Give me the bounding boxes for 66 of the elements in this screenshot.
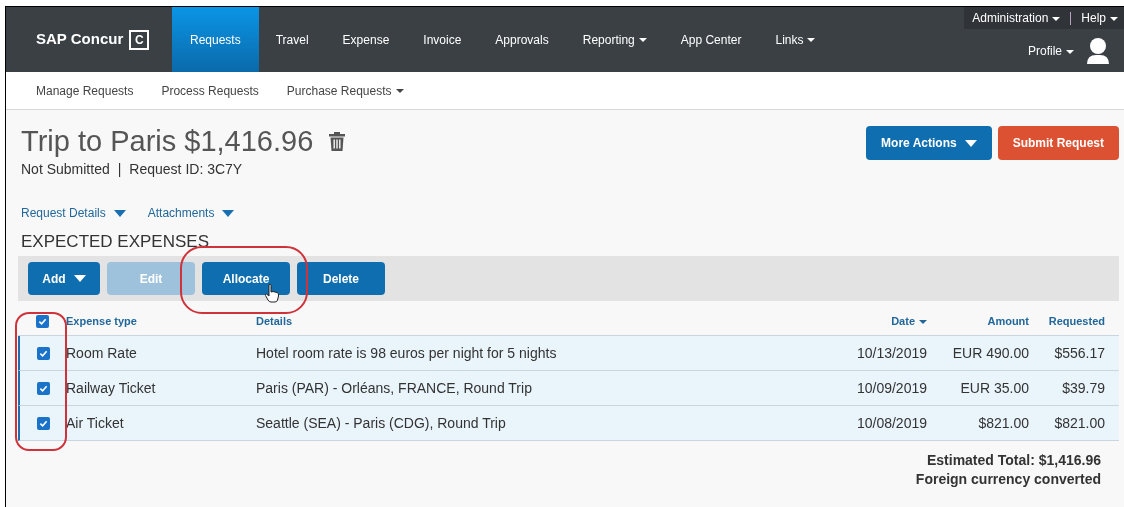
caret-icon <box>1066 49 1074 54</box>
caret-icon <box>1110 16 1118 21</box>
request-title: Trip to Paris $1,416.96 <box>21 124 314 158</box>
logo-text: SAP Concur <box>36 29 124 50</box>
toolbar-button[interactable]: Add <box>28 262 100 295</box>
utility-link[interactable]: Help <box>1081 9 1118 27</box>
caret-icon <box>222 209 235 217</box>
subnav-link[interactable]: Process Requests <box>161 81 259 100</box>
section-link[interactable]: Request Details <box>21 204 126 222</box>
request-id: Request ID: 3C7Y <box>129 160 243 179</box>
logo-mark: C <box>129 29 150 50</box>
nav-tab[interactable]: Approvals <box>478 7 566 72</box>
table-row[interactable]: Air Ticket Seattle (SEA) - Paris (CDG), Round Trip 10/08/2019 $821.00 $821.00 <box>18 406 1119 441</box>
table-cell: Air Ticket <box>66 414 124 431</box>
hand-cursor-icon <box>264 283 280 303</box>
nav-tab[interactable]: Travel <box>258 7 326 72</box>
nav-tab[interactable]: Links <box>758 7 833 72</box>
table-cell: $821.00 <box>978 414 1029 431</box>
subnav-link[interactable]: Purchase Requests <box>286 81 404 100</box>
column-header[interactable]: Expense type <box>66 313 137 330</box>
checkbox[interactable] <box>36 381 50 395</box>
table-cell: Seattle (SEA) - Paris (CDG), Round Trip <box>256 414 506 431</box>
nav-tab[interactable]: Reporting <box>565 7 664 72</box>
table-cell: EUR 35.00 <box>960 379 1029 396</box>
nav-tab[interactable]: App Center <box>663 7 759 72</box>
action-button[interactable]: Submit Request <box>997 126 1119 160</box>
section-title: EXPECTED EXPENSES <box>20 232 210 252</box>
table-cell: Hotel room rate is 98 euros per night for 5 nights <box>256 344 557 361</box>
nav-tab[interactable]: Requests <box>172 7 259 72</box>
table-cell: 10/13/2019 <box>856 344 927 361</box>
table-cell: Paris (PAR) - Orléans, FRANCE, Round Trip <box>256 379 532 396</box>
table-cell: 10/08/2019 <box>856 414 927 431</box>
currency-note: Foreign currency converted <box>915 470 1101 489</box>
table-row[interactable]: Room Rate Hotel room rate is 98 euros per night for 5 nights 10/13/2019 EUR 490.00 $556.17 <box>18 336 1119 371</box>
action-button[interactable]: More Actions <box>866 126 992 160</box>
estimated-total: Estimated Total: $1,416.96 <box>926 451 1101 470</box>
table-cell: 10/09/2019 <box>856 379 927 396</box>
column-header[interactable]: Date <box>891 313 927 330</box>
caret-icon <box>919 319 927 324</box>
nav-tab[interactable]: Invoice <box>406 7 479 72</box>
column-header[interactable]: Details <box>256 313 293 330</box>
checkbox[interactable] <box>36 416 50 430</box>
caret-icon <box>1052 16 1061 21</box>
avatar-icon[interactable] <box>1086 37 1110 65</box>
table-cell: $556.17 <box>1054 344 1105 361</box>
trash-icon[interactable] <box>329 131 346 151</box>
subnav-link[interactable]: Manage Requests <box>36 81 134 100</box>
table-cell: Room Rate <box>66 344 137 361</box>
profile-menu[interactable]: Profile <box>1028 42 1074 60</box>
table-cell: Railway Ticket <box>66 379 156 396</box>
column-header[interactable]: Requested <box>1048 313 1105 330</box>
table-cell: $821.00 <box>1054 414 1105 431</box>
status-text: Not Submitted <box>21 160 110 179</box>
column-header[interactable]: Amount <box>987 313 1029 330</box>
checkbox[interactable] <box>35 315 49 328</box>
toolbar-button[interactable]: Allocate <box>202 262 290 295</box>
table-cell: $39.79 <box>1062 379 1105 396</box>
nav-tab[interactable]: Expense <box>325 7 407 72</box>
toolbar-button[interactable]: Delete <box>297 262 385 295</box>
checkbox[interactable] <box>36 346 50 360</box>
caret-icon <box>113 209 126 217</box>
table-row[interactable]: Railway Ticket Paris (PAR) - Orléans, FRANCE, Round Trip 10/09/2019 EUR 35.00 $39.79 <box>18 371 1119 406</box>
utility-link[interactable]: Administration <box>972 9 1061 27</box>
section-link[interactable]: Attachments <box>147 204 235 222</box>
separator: | <box>117 160 122 179</box>
table-cell: EUR 490.00 <box>952 344 1029 361</box>
